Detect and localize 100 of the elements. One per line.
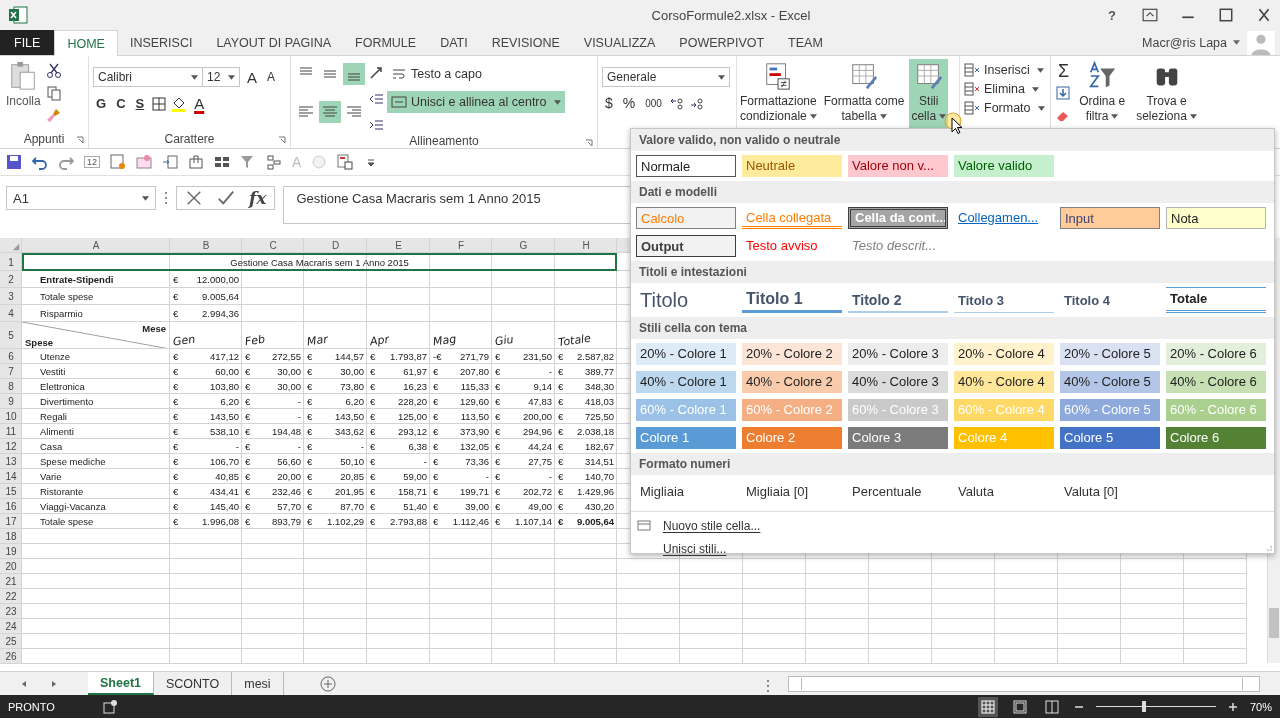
column-header[interactable]: G: [492, 238, 555, 253]
caret-icon[interactable]: [142, 195, 149, 201]
row-header[interactable]: 1: [0, 253, 22, 271]
clear-filter-icon[interactable]: [240, 154, 256, 170]
orientation-icon[interactable]: [368, 65, 384, 81]
close-icon[interactable]: [1256, 8, 1272, 22]
cell-style-item[interactable]: Totale: [1166, 287, 1266, 313]
cell-style-item[interactable]: Valore non v...: [848, 155, 948, 177]
insert-function-button[interactable]: fx: [249, 188, 267, 208]
column-header[interactable]: F: [430, 238, 492, 253]
cell-style-item[interactable]: 40% - Colore 5: [1060, 371, 1160, 393]
caret-icon[interactable]: [228, 74, 235, 80]
currency-button[interactable]: $: [602, 95, 616, 111]
italic-button[interactable]: C: [113, 96, 129, 111]
bold-button[interactable]: G: [93, 96, 110, 111]
decrease-decimal-icon[interactable]: [688, 95, 705, 111]
column-header[interactable]: E: [367, 238, 430, 253]
cell-style-item[interactable]: Migliaia: [636, 479, 736, 505]
caret-icon[interactable]: [939, 114, 947, 119]
cell-style-item[interactable]: Neutrale: [742, 155, 842, 177]
cell-style-item[interactable]: Output: [636, 235, 736, 257]
cell-style-item[interactable]: Titolo 4: [1060, 287, 1160, 313]
wrap-text-button[interactable]: Testo a capo: [387, 63, 565, 85]
horizontal-scrollbar[interactable]: [788, 675, 1260, 692]
name-box[interactable]: A1: [6, 186, 156, 210]
cell-style-item[interactable]: 40% - Colore 1: [636, 371, 736, 393]
column-header[interactable]: B: [170, 238, 242, 253]
thousands-button[interactable]: 000: [642, 97, 665, 109]
ribbon-display-icon[interactable]: [1142, 8, 1158, 22]
selected-cell[interactable]: Gestione Casa Macraris sem 1 Anno 2015: [22, 253, 617, 271]
cell-style-item[interactable]: 20% - Colore 1: [636, 343, 736, 365]
normal-view-icon[interactable]: [977, 696, 998, 717]
calendar-button[interactable]: 12: [84, 156, 100, 168]
caret-icon[interactable]: [1037, 105, 1045, 111]
column-header[interactable]: C: [242, 238, 304, 253]
row-header[interactable]: 5: [0, 322, 22, 349]
cell-style-item[interactable]: Valuta [0]: [1060, 479, 1160, 505]
cell-style-item[interactable]: Titolo 2: [848, 287, 948, 313]
autosum-button[interactable]: Σ: [1055, 63, 1073, 79]
dialog-launcher-icon[interactable]: [278, 136, 286, 144]
cell-style-item[interactable]: Valore valido: [954, 155, 1054, 177]
cancel-icon[interactable]: [185, 189, 203, 207]
percent-button[interactable]: %: [619, 95, 639, 111]
cell-style-item[interactable]: Collegamen...: [954, 207, 1054, 229]
caret-icon[interactable]: [879, 114, 887, 119]
undo-icon[interactable]: [32, 154, 48, 170]
column-header[interactable]: D: [304, 238, 367, 253]
save-icon[interactable]: [6, 154, 22, 170]
paste-button[interactable]: Incolla: [4, 59, 43, 130]
ribbon-tab[interactable]: FORMULE: [343, 30, 429, 55]
previous-sheet-icon[interactable]: [20, 679, 28, 688]
cell-style-item[interactable]: Testo avviso: [742, 235, 842, 257]
caret-icon[interactable]: [553, 99, 561, 105]
number-format-field[interactable]: Generale: [602, 67, 730, 87]
merge-center-button[interactable]: Unisci e allinea al centro: [387, 91, 565, 113]
cell-style-item[interactable]: Normale: [636, 155, 736, 177]
underline-button[interactable]: S: [132, 96, 148, 111]
zoom-level[interactable]: 70%: [1249, 700, 1272, 713]
ribbon-tab[interactable]: REVISIONE: [479, 30, 572, 55]
grid-icon[interactable]: [214, 154, 230, 170]
redo-icon[interactable]: [58, 154, 74, 170]
cell-style-item[interactable]: Colore 5: [1060, 427, 1160, 449]
menu-item[interactable]: Nuovo stile cella...: [631, 514, 1274, 538]
cell-style-item[interactable]: 20% - Colore 3: [848, 343, 948, 365]
font-size-field[interactable]: 12: [202, 67, 240, 87]
ribbon-tab[interactable]: TEAM: [776, 30, 835, 55]
resize-grip-icon[interactable]: [1266, 545, 1272, 551]
cell-style-item[interactable]: Testo descrit...: [848, 235, 948, 257]
cell-style-item[interactable]: 20% - Colore 4: [954, 343, 1054, 365]
cell-style-item[interactable]: Input: [1060, 207, 1160, 229]
cell-style-item[interactable]: 20% - Colore 6: [1166, 343, 1266, 365]
cell-style-item[interactable]: 20% - Colore 2: [742, 343, 842, 365]
help-button[interactable]: ?: [1104, 7, 1120, 23]
cells-command[interactable]: Inserisci: [964, 62, 1046, 78]
ribbon-tab[interactable]: INSERISCI: [117, 30, 205, 55]
column-header[interactable]: H: [555, 238, 617, 253]
decrease-indent-icon[interactable]: [368, 91, 384, 107]
file-tab[interactable]: FILE: [0, 30, 55, 55]
cells-command[interactable]: Elimina: [964, 81, 1046, 97]
dialog-launcher-icon[interactable]: [76, 136, 84, 144]
cell-style-item[interactable]: Titolo: [636, 287, 736, 313]
cell-style-item[interactable]: Percentuale: [848, 479, 948, 505]
import-icon[interactable]: [162, 154, 178, 170]
column-header[interactable]: A: [22, 238, 170, 253]
caret-icon[interactable]: [809, 114, 817, 119]
menu-item[interactable]: Unisci stili...: [631, 538, 1274, 560]
add-sheet-icon[interactable]: [319, 675, 336, 692]
increase-decimal-icon[interactable]: [668, 95, 685, 111]
shapes-icon[interactable]: [266, 154, 282, 170]
cells-command[interactable]: Formato: [964, 100, 1046, 116]
grow-font-button[interactable]: A: [244, 68, 260, 86]
cell-style-item[interactable]: Colore 3: [848, 427, 948, 449]
caret-icon[interactable]: [1233, 40, 1240, 45]
copy-icon[interactable]: [45, 85, 62, 101]
dialog-launcher-icon[interactable]: [585, 139, 593, 147]
attachment-icon[interactable]: [188, 154, 204, 170]
ribbon-tab[interactable]: DATI: [428, 30, 480, 55]
cell-style-item[interactable]: 40% - Colore 6: [1166, 371, 1266, 393]
sheet-tab[interactable]: Sheet1: [88, 672, 154, 695]
cell-style-item[interactable]: Migliaia [0]: [742, 479, 842, 505]
